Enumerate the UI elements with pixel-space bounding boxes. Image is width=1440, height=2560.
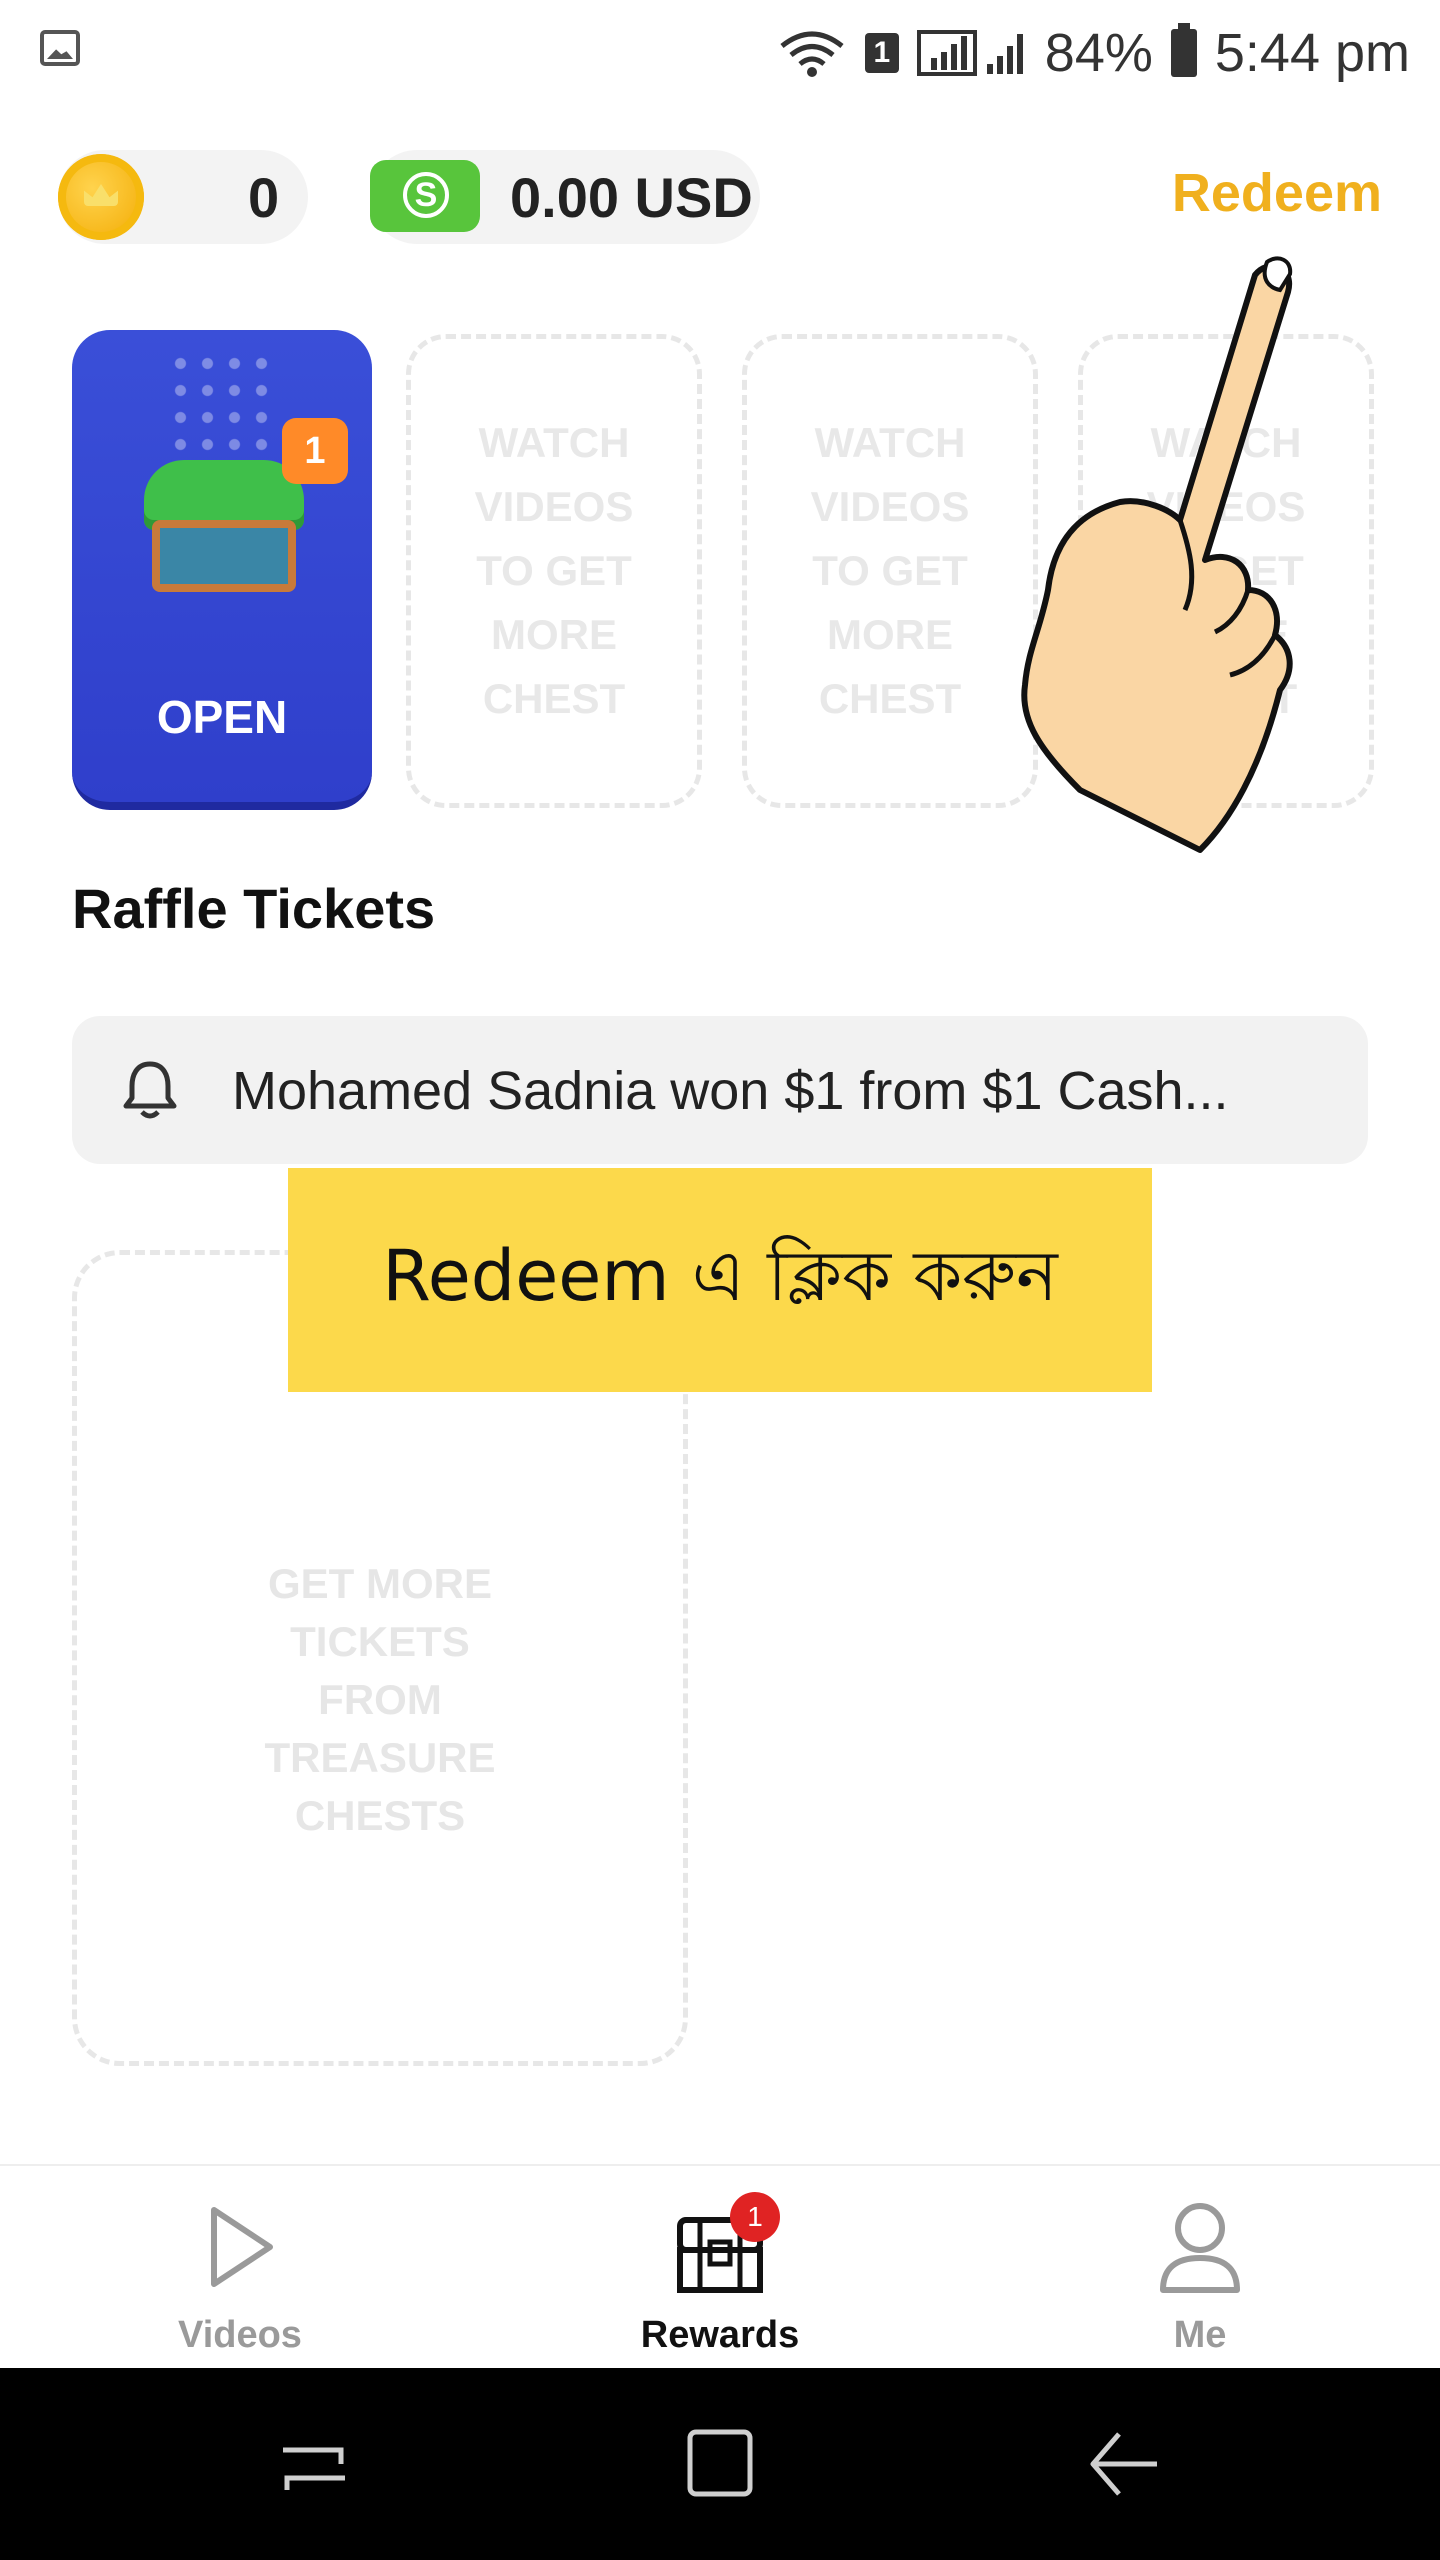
winner-notice-text: Mohamed Sadnia won $1 from $1 Cash... <box>232 1061 1229 1121</box>
coin-balance: 0 <box>58 150 308 244</box>
nav-rewards-label: Rewards <box>640 2314 800 2356</box>
bell-icon <box>123 1061 177 1119</box>
nav-rewards-badge: 1 <box>730 2192 780 2242</box>
nav-videos-label: Videos <box>178 2314 302 2356</box>
coin-icon <box>58 154 144 240</box>
nav-me[interactable]: Me <box>1070 2192 1330 2356</box>
bottom-navigation: Videos 1 Rewards Me <box>0 2164 1440 2370</box>
gallery-notification-icon <box>40 30 80 66</box>
pointing-hand-icon <box>1021 256 1293 853</box>
chest-count-badge: 1 <box>282 418 348 484</box>
cash-amount: 0.00 USD <box>510 165 753 229</box>
signal-icon <box>916 30 1023 76</box>
wifi-icon <box>780 31 844 77</box>
status-bar: 1 84% 5:44 pm <box>0 0 1440 110</box>
back-icon[interactable] <box>1085 2424 1165 2504</box>
status-icons: 1 84% 5:44 pm <box>777 18 1410 88</box>
nav-videos[interactable]: Videos <box>110 2192 370 2356</box>
instruction-text: Redeem এ ক্লিক করুন <box>382 1234 1058 1317</box>
system-navigation-bar <box>0 2368 1440 2560</box>
redeem-button[interactable]: Redeem <box>1172 162 1382 224</box>
nav-rewards[interactable]: 1 Rewards <box>590 2192 850 2356</box>
nav-me-label: Me <box>1173 2314 1227 2356</box>
dollar-symbol: S <box>403 172 449 218</box>
home-icon[interactable] <box>680 2424 760 2504</box>
sim-slot-icon: 1 <box>864 33 899 73</box>
treasure-chest-icon <box>144 460 304 592</box>
open-chest-button[interactable]: OPEN <box>72 690 372 744</box>
treasure-chest-card[interactable]: 1 OPEN <box>72 330 372 810</box>
cash-icon: S <box>370 160 480 232</box>
play-icon <box>211 2207 273 2287</box>
instruction-overlay: Redeem এ ক্লিক করুন <box>288 1168 1152 1392</box>
empty-slot-label: WATCH VIDEOS TO GET MORE CHEST <box>474 419 634 722</box>
dot-pattern <box>167 350 277 460</box>
recent-apps-icon[interactable] <box>275 2424 355 2504</box>
cash-balance: S 0.00 USD <box>370 150 760 244</box>
battery-percent: 84% <box>1044 23 1153 83</box>
coin-count: 0 <box>248 165 280 229</box>
ticket-slot-text: GET MORE TICKETS FROM TREASURE CHESTS <box>264 1560 496 1839</box>
clock: 5:44 pm <box>1214 23 1410 83</box>
winner-notification: Mohamed Sadnia won $1 from $1 Cash... <box>72 1016 1368 1164</box>
raffle-tickets-title: Raffle Tickets <box>72 877 436 940</box>
user-icon <box>1160 2203 1240 2293</box>
battery-icon <box>1170 23 1197 77</box>
empty-chest-slot[interactable]: WATCH VIDEOS TO GET MORE CHEST <box>406 334 702 808</box>
